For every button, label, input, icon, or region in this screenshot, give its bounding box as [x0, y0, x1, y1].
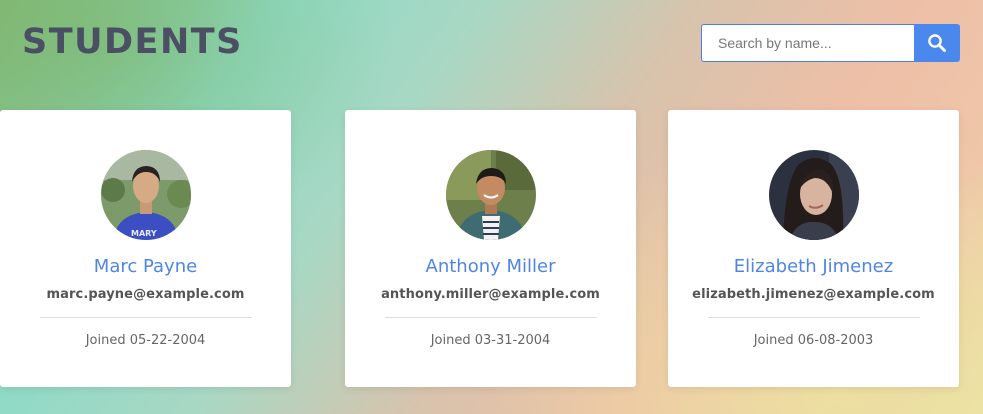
- page-title: STUDENTS: [22, 22, 243, 62]
- search-bar: [701, 24, 960, 62]
- joined-date: 06-08-2003: [797, 333, 874, 348]
- joined-info: Joined 05-22-2004: [0, 333, 291, 348]
- student-name[interactable]: Marc Payne: [0, 256, 291, 277]
- student-card: Anthony Miller anthony.miller@example.co…: [345, 110, 636, 387]
- divider: [40, 317, 252, 318]
- avatar: MARY: [101, 150, 191, 240]
- student-email: anthony.miller@example.com: [381, 287, 600, 302]
- svg-text:MARY: MARY: [131, 229, 157, 238]
- joined-label: Joined: [753, 333, 794, 348]
- divider: [708, 317, 920, 318]
- student-name[interactable]: Elizabeth Jimenez: [668, 256, 959, 277]
- joined-info: Joined 06-08-2003: [668, 333, 959, 348]
- student-card: MARY Marc Payne marc.payne@example.com J…: [0, 110, 291, 387]
- student-card: Elizabeth Jimenez elizabeth.jimenez@exam…: [668, 110, 959, 387]
- divider: [385, 317, 597, 318]
- avatar: [769, 150, 859, 240]
- student-name[interactable]: Anthony Miller: [345, 256, 636, 277]
- search-button[interactable]: [914, 24, 960, 62]
- joined-date: 05-22-2004: [129, 333, 206, 348]
- avatar: [446, 150, 536, 240]
- search-input[interactable]: [701, 24, 914, 62]
- student-email: elizabeth.jimenez@example.com: [692, 287, 935, 302]
- joined-label: Joined: [430, 333, 471, 348]
- joined-date: 03-31-2004: [474, 333, 551, 348]
- joined-info: Joined 03-31-2004: [345, 333, 636, 348]
- search-icon: [928, 34, 946, 52]
- joined-label: Joined: [85, 333, 126, 348]
- student-email: marc.payne@example.com: [46, 287, 245, 302]
